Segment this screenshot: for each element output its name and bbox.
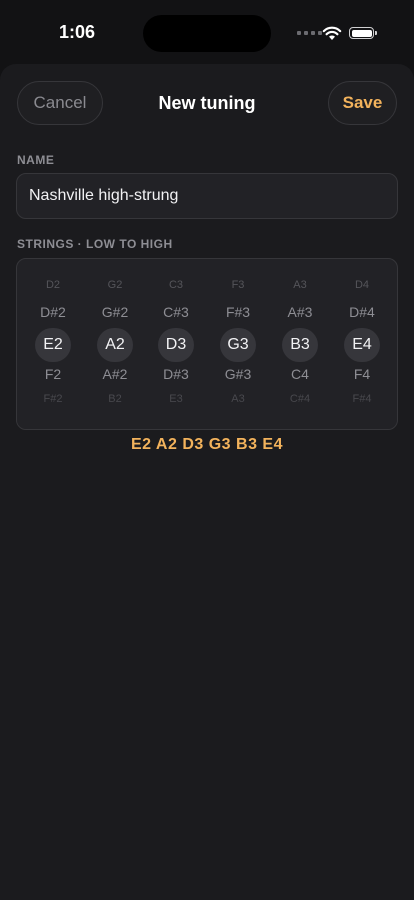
- picker-note[interactable]: C4: [270, 366, 330, 382]
- picker-note[interactable]: D#2: [23, 304, 83, 320]
- picker-note: G2: [107, 279, 123, 291]
- cancel-button[interactable]: Cancel: [17, 81, 103, 125]
- string-3-picker[interactable]: C3 C#3 D3 D#3 E3: [146, 259, 206, 429]
- picker-note[interactable]: A#2: [85, 366, 145, 382]
- string-6-picker[interactable]: D4 D#4 E4 F4 F#4: [332, 259, 392, 429]
- battery-icon: [349, 27, 377, 39]
- picker-note[interactable]: D#4: [332, 304, 392, 320]
- string-note-picker: D2 D#2 E2 F2 F#2 G2 G#2 A2 A#2 B2 C3 C#3…: [16, 258, 398, 430]
- string-1-picker[interactable]: D2 D#2 E2 F2 F#2: [23, 259, 83, 429]
- picker-note: D4: [354, 279, 370, 291]
- picker-note: E3: [169, 393, 183, 405]
- picker-selected-note[interactable]: B3: [282, 328, 318, 362]
- string-2-picker[interactable]: G2 G#2 A2 A#2 B2: [85, 259, 145, 429]
- tuning-summary: E2 A2 D3 G3 B3 E4: [131, 436, 283, 453]
- picker-selected-note[interactable]: D3: [158, 328, 194, 362]
- save-button[interactable]: Save: [328, 81, 397, 125]
- picker-note[interactable]: F#3: [208, 304, 268, 320]
- new-tuning-sheet: Cancel New tuning Save NAME STRINGS · LO…: [0, 64, 414, 900]
- sheet-title: New tuning: [158, 93, 256, 113]
- picker-note: F#4: [352, 393, 372, 405]
- picker-note: A3: [231, 393, 245, 405]
- picker-note[interactable]: G#2: [85, 304, 145, 320]
- picker-note: F#2: [43, 393, 63, 405]
- picker-note[interactable]: F2: [23, 366, 83, 382]
- cellular-signal-icon: [297, 31, 322, 35]
- picker-note: D2: [45, 279, 61, 291]
- string-4-picker[interactable]: F3 F#3 G3 G#3 A3: [208, 259, 268, 429]
- wifi-icon: [322, 26, 342, 40]
- picker-note: F3: [231, 279, 245, 291]
- picker-note: C#4: [289, 393, 311, 405]
- string-5-picker[interactable]: A3 A#3 B3 C4 C#4: [270, 259, 330, 429]
- picker-note[interactable]: C#3: [146, 304, 206, 320]
- strings-section-label: STRINGS · LOW TO HIGH: [17, 237, 173, 251]
- status-time: 1:06: [58, 22, 96, 42]
- dynamic-island: [143, 15, 271, 52]
- picker-selected-note[interactable]: A2: [97, 328, 133, 362]
- picker-selected-note[interactable]: E4: [344, 328, 380, 362]
- picker-selected-note[interactable]: E2: [35, 328, 71, 362]
- picker-selected-note[interactable]: G3: [220, 328, 256, 362]
- picker-note: A3: [293, 279, 307, 291]
- status-bar: 1:06: [0, 0, 414, 64]
- name-section-label: NAME: [17, 153, 55, 167]
- picker-note[interactable]: A#3: [270, 304, 330, 320]
- picker-note[interactable]: D#3: [146, 366, 206, 382]
- picker-note[interactable]: G#3: [208, 366, 268, 382]
- picker-note: C3: [168, 279, 184, 291]
- tuning-name-input[interactable]: [16, 173, 398, 219]
- picker-note[interactable]: F4: [332, 366, 392, 382]
- picker-note: B2: [108, 393, 122, 405]
